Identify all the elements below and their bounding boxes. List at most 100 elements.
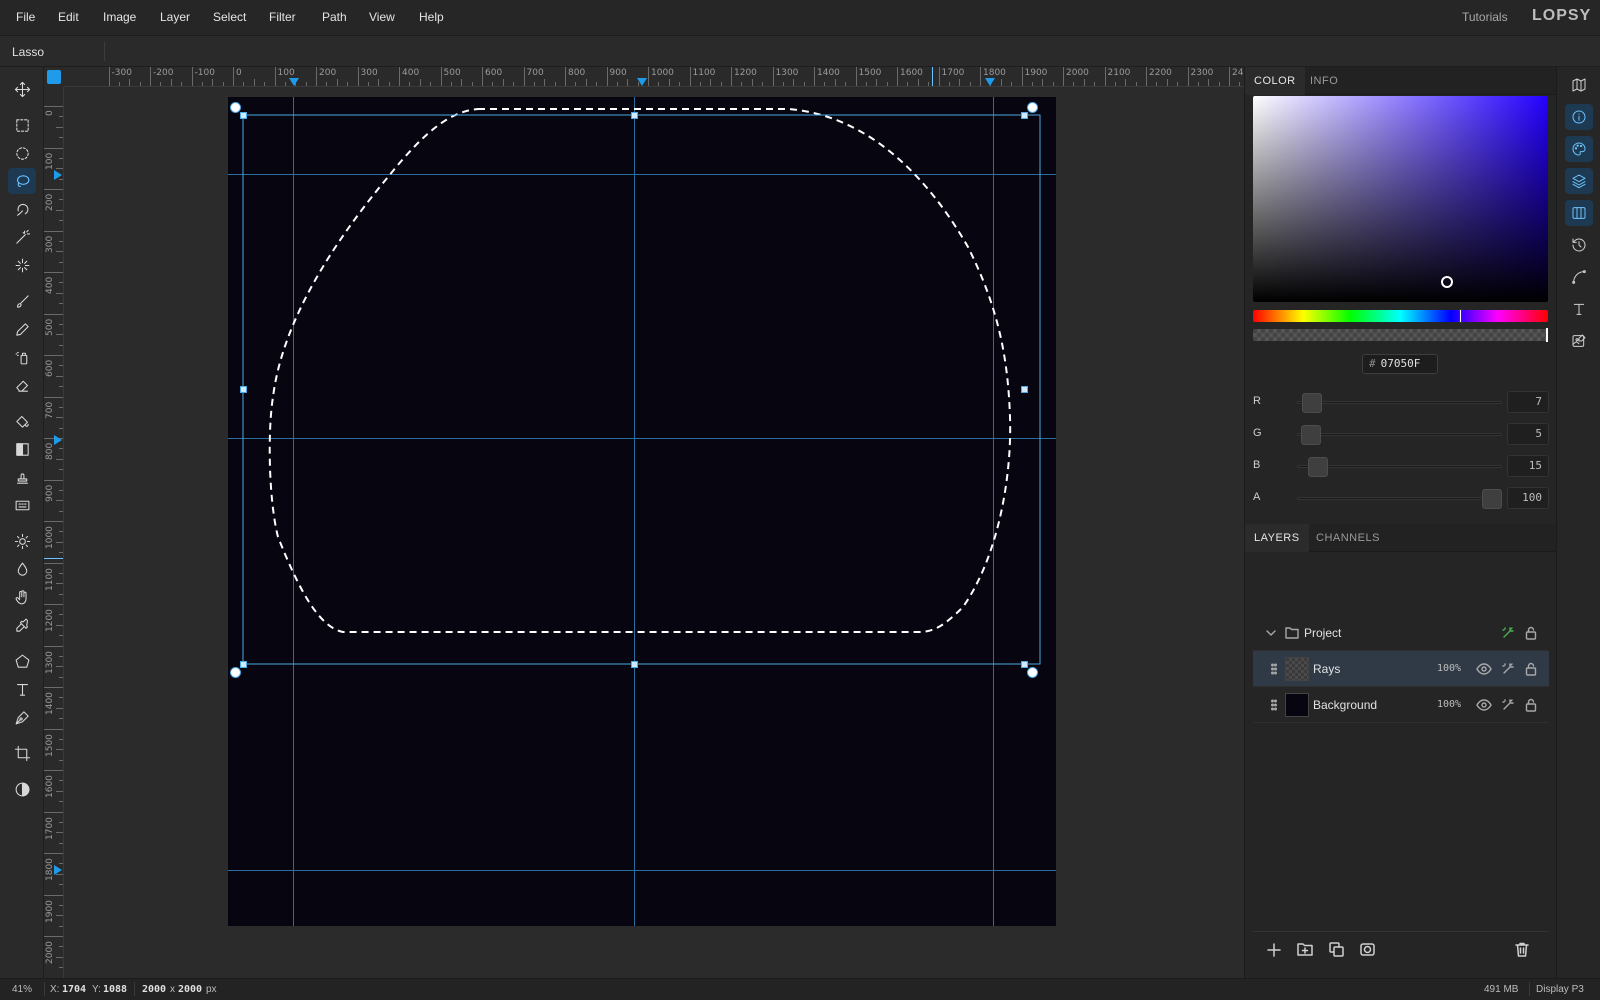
canvas-workspace[interactable] bbox=[64, 87, 1244, 978]
hue-slider[interactable] bbox=[1253, 310, 1548, 322]
menu-help[interactable]: Help bbox=[419, 10, 444, 24]
tab-channels[interactable]: CHANNELS bbox=[1307, 524, 1389, 552]
channel-value-input[interactable]: 15 bbox=[1507, 455, 1549, 477]
hue-slider-handle[interactable] bbox=[1458, 309, 1462, 323]
text-tool[interactable] bbox=[8, 676, 36, 702]
image-edit-button[interactable] bbox=[1565, 328, 1593, 354]
guide-marker[interactable] bbox=[985, 78, 995, 86]
move-tool[interactable] bbox=[8, 76, 36, 102]
document-canvas[interactable] bbox=[228, 97, 1056, 926]
guide-marker[interactable] bbox=[54, 435, 62, 445]
stamp-tool[interactable] bbox=[8, 464, 36, 490]
ruler-left[interactable]: 0 100 200 300 400 500 600 700 800 900 1000 1100 1200… bbox=[44, 87, 64, 978]
channel-slider-track[interactable] bbox=[1297, 497, 1502, 500]
quick-select-tool[interactable] bbox=[8, 252, 36, 278]
history-button[interactable] bbox=[1565, 232, 1593, 258]
rotate-handle[interactable] bbox=[1027, 667, 1038, 678]
columns-button[interactable] bbox=[1565, 200, 1593, 226]
lasso-tool[interactable] bbox=[8, 168, 36, 194]
layer-row[interactable]: Background 100% bbox=[1253, 687, 1549, 723]
lock-icon[interactable] bbox=[1525, 626, 1537, 640]
rect-select-tool[interactable] bbox=[8, 112, 36, 138]
tab-layers[interactable]: LAYERS bbox=[1245, 524, 1309, 552]
menu-layer[interactable]: Layer bbox=[160, 10, 190, 24]
resize-handle[interactable] bbox=[1021, 386, 1028, 393]
trash-icon[interactable] bbox=[1515, 942, 1529, 957]
guide-marker[interactable] bbox=[289, 78, 299, 86]
drag-handle-icon[interactable] bbox=[1271, 699, 1277, 711]
effects-icon[interactable] bbox=[1501, 698, 1515, 712]
layer-group-row[interactable]: Project bbox=[1253, 615, 1549, 651]
menu-image[interactable]: Image bbox=[103, 10, 136, 24]
alpha-slider[interactable] bbox=[1253, 329, 1548, 341]
color-profile[interactable]: Display P3 bbox=[1536, 984, 1584, 995]
alpha-slider-handle[interactable] bbox=[1546, 328, 1548, 342]
ellipse-select-tool[interactable] bbox=[8, 140, 36, 166]
effects-icon[interactable] bbox=[1501, 662, 1515, 676]
resize-handle[interactable] bbox=[240, 112, 247, 119]
color-picker-cursor[interactable] bbox=[1441, 276, 1453, 288]
resize-handle[interactable] bbox=[631, 661, 638, 668]
resize-handle[interactable] bbox=[240, 661, 247, 668]
resize-handle[interactable] bbox=[240, 386, 247, 393]
lock-icon[interactable] bbox=[1525, 698, 1537, 712]
channel-value-input[interactable]: 100 bbox=[1507, 487, 1549, 509]
saturation-value-picker[interactable] bbox=[1253, 96, 1548, 302]
eye-icon[interactable] bbox=[1476, 662, 1492, 676]
menu-path[interactable]: Path bbox=[322, 10, 347, 24]
lock-icon[interactable] bbox=[1525, 662, 1537, 676]
pen-tool[interactable] bbox=[8, 704, 36, 730]
map-button[interactable] bbox=[1565, 72, 1593, 98]
eraser-tool[interactable] bbox=[8, 372, 36, 398]
menu-view[interactable]: View bbox=[369, 10, 395, 24]
guide-marker[interactable] bbox=[54, 865, 62, 875]
ruler-origin-button[interactable] bbox=[47, 70, 61, 84]
eyedropper-tool[interactable] bbox=[8, 612, 36, 638]
channel-value-input[interactable]: 7 bbox=[1507, 391, 1549, 413]
zoom-level[interactable]: 41% bbox=[12, 984, 32, 995]
gradient-tool[interactable] bbox=[8, 436, 36, 462]
drag-handle-icon[interactable] bbox=[1271, 663, 1277, 675]
add-layer-icon[interactable] bbox=[1267, 943, 1281, 957]
blur-tool[interactable] bbox=[8, 556, 36, 582]
resize-handle[interactable] bbox=[1021, 661, 1028, 668]
guide-marker[interactable] bbox=[637, 78, 647, 86]
ruler-corner[interactable] bbox=[44, 67, 64, 87]
magic-wand-tool[interactable] bbox=[8, 224, 36, 250]
menu-edit[interactable]: Edit bbox=[58, 10, 79, 24]
resize-handle[interactable] bbox=[631, 112, 638, 119]
rotate-handle[interactable] bbox=[230, 667, 241, 678]
fill-tool[interactable] bbox=[8, 408, 36, 434]
crop-tool[interactable] bbox=[8, 740, 36, 766]
spray-tool[interactable] bbox=[8, 344, 36, 370]
pattern-tool[interactable] bbox=[8, 492, 36, 518]
layers-button[interactable] bbox=[1565, 168, 1593, 194]
channel-slider-thumb[interactable] bbox=[1482, 489, 1502, 509]
hand-tool[interactable] bbox=[8, 584, 36, 610]
tab-info[interactable]: INFO bbox=[1301, 67, 1347, 95]
duplicate-layer-icon[interactable] bbox=[1329, 942, 1344, 957]
dodge-tool[interactable] bbox=[8, 528, 36, 554]
rotate-handle[interactable] bbox=[1027, 102, 1038, 113]
menu-select[interactable]: Select bbox=[213, 10, 246, 24]
channel-slider-thumb[interactable] bbox=[1307, 457, 1328, 477]
ruler-top[interactable]: -300 -200 -100 0 100 200 300 400 500 600 700 800 900… bbox=[64, 67, 1244, 87]
chevron-down-icon[interactable] bbox=[1265, 627, 1277, 639]
shape-tool[interactable] bbox=[8, 648, 36, 674]
contrast-tool[interactable] bbox=[8, 776, 36, 802]
menu-filter[interactable]: Filter bbox=[269, 10, 296, 24]
hex-input[interactable]: #07050F bbox=[1362, 354, 1438, 374]
channel-value-input[interactable]: 5 bbox=[1507, 423, 1549, 445]
curve-button[interactable] bbox=[1565, 264, 1593, 290]
menu-file[interactable]: File bbox=[16, 10, 35, 24]
resize-handle[interactable] bbox=[1021, 112, 1028, 119]
palette-button[interactable] bbox=[1565, 136, 1593, 162]
add-folder-icon[interactable] bbox=[1297, 942, 1313, 957]
rotate-handle[interactable] bbox=[230, 102, 241, 113]
tutorials-link[interactable]: Tutorials bbox=[1462, 10, 1508, 24]
pencil-tool[interactable] bbox=[8, 316, 36, 342]
eye-icon[interactable] bbox=[1476, 698, 1492, 712]
channel-slider-track[interactable] bbox=[1297, 433, 1502, 436]
guide-marker[interactable] bbox=[54, 170, 62, 180]
brush-tool[interactable] bbox=[8, 288, 36, 314]
